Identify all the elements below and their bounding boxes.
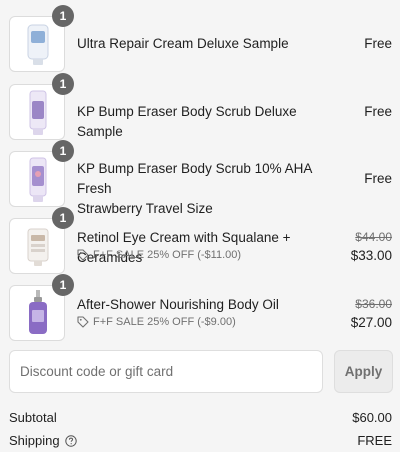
shipping-label-group: Shipping — [9, 433, 77, 448]
cart-item: 1 KP Bump Eraser Body Scrub 10% AHA Fres… — [9, 140, 393, 216]
quantity-badge: 1 — [52, 207, 74, 229]
subtotal-label: Subtotal — [9, 410, 57, 425]
quantity-badge: 1 — [52, 274, 74, 296]
product-thumbnail: 1 — [9, 207, 74, 274]
product-thumbnail: 1 — [9, 73, 74, 140]
product-name: KP Bump Eraser Body Scrub Deluxe Sample — [77, 104, 297, 139]
original-price: $36.00 — [355, 297, 392, 311]
product-price: Free — [364, 171, 392, 186]
apply-button[interactable]: Apply — [334, 350, 393, 393]
product-price: $33.00 — [350, 248, 392, 263]
tag-icon — [77, 316, 89, 328]
cart-item: 1 Retinol Eye Cream with Squalane + Cera… — [9, 207, 393, 274]
original-price: $44.00 — [355, 230, 392, 244]
discount-code-input[interactable] — [9, 350, 323, 393]
discount-text: F+F SALE 25% OFF (-$11.00) — [93, 249, 242, 261]
product-price: $27.00 — [350, 315, 392, 330]
quantity-badge: 1 — [52, 140, 74, 162]
shipping-row: Shipping FREE — [9, 433, 393, 451]
product-name: Retinol Eye Cream with Squalane + Cerami… — [77, 230, 291, 265]
cart-item: 1 KP Bump Eraser Body Scrub Deluxe Sampl… — [9, 73, 393, 140]
product-thumbnail: 1 — [9, 140, 74, 207]
product-price: Free — [364, 36, 392, 51]
product-price: Free — [364, 104, 392, 119]
shipping-value: FREE — [357, 433, 392, 448]
quantity-badge: 1 — [52, 5, 74, 27]
product-name: After-Shower Nourishing Body Oil — [77, 297, 279, 312]
shipping-label: Shipping — [9, 433, 60, 448]
help-circle-icon[interactable] — [64, 434, 77, 447]
cart-item: 1 Ultra Repair Cream Deluxe Sample Free — [9, 5, 393, 72]
discount-line: F+F SALE 25% OFF (-$11.00) — [77, 249, 241, 261]
discount-line: F+F SALE 25% OFF (-$9.00) — [77, 316, 236, 328]
discount-text: F+F SALE 25% OFF (-$9.00) — [93, 316, 236, 328]
product-name: KP Bump Eraser Body Scrub 10% AHA Fresh … — [77, 159, 337, 219]
product-name-line: KP Bump Eraser Body Scrub 10% AHA Fresh — [77, 161, 312, 196]
subtotal-row: Subtotal $60.00 — [9, 410, 393, 428]
product-name: Ultra Repair Cream Deluxe Sample — [77, 36, 289, 51]
subtotal-value: $60.00 — [352, 410, 392, 425]
product-name-line: Strawberry Travel Size — [77, 201, 213, 216]
product-thumbnail: 1 — [9, 5, 74, 72]
product-thumbnail: 1 — [9, 274, 74, 341]
quantity-badge: 1 — [52, 73, 74, 95]
tag-icon — [77, 249, 89, 261]
cart-item: 1 After-Shower Nourishing Body Oil F+F S… — [9, 274, 393, 341]
